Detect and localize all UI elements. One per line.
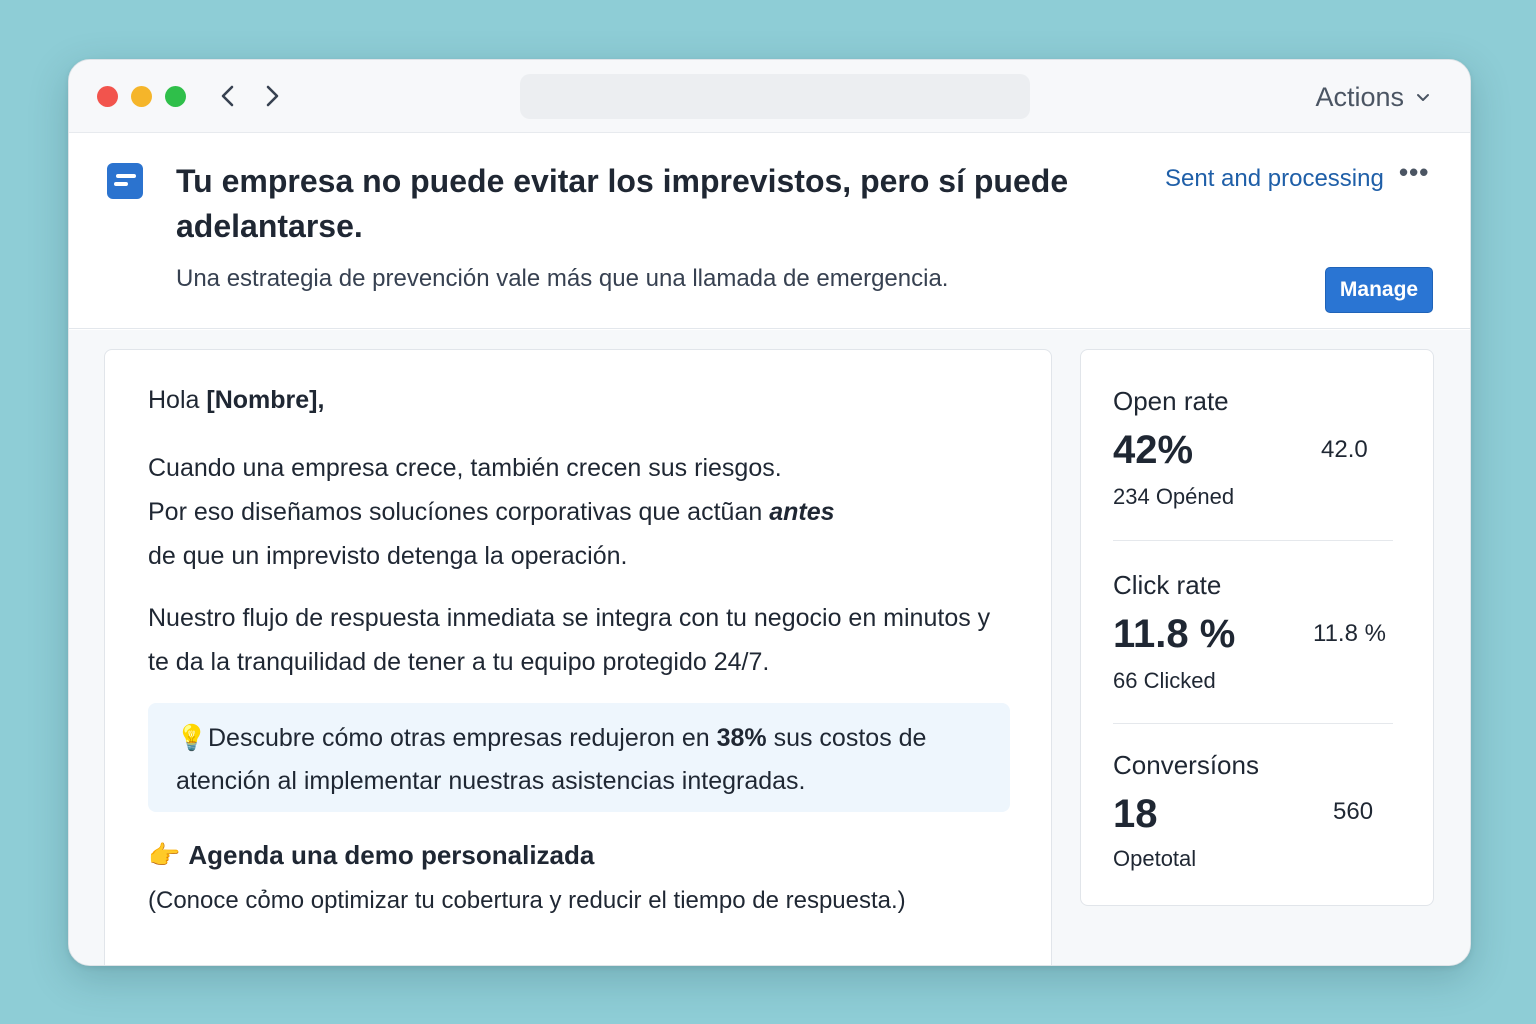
title-bar: Actions (69, 60, 1470, 133)
paragraph-intro-line-1: Cuando una empresa crece, también crecen… (148, 454, 782, 482)
stat-value: 42% (1113, 428, 1194, 472)
stat-side-value: 560 (1333, 798, 1374, 825)
stat-click-rate: Click rate 11.8 % 11.8 % 66 Clicked (1113, 570, 1393, 700)
address-bar[interactable] (520, 74, 1030, 119)
greeting: Hola [Nombre], (148, 386, 324, 415)
manage-button[interactable]: Manage (1325, 267, 1433, 313)
lightbulb-icon: 💡 (176, 724, 208, 752)
paragraph-intro-line-2: Por eso diseñamos solucíones corporativa… (148, 490, 1008, 534)
forward-arrow-icon[interactable] (258, 82, 286, 110)
stat-value: 11.8 % (1113, 612, 1236, 656)
email-preheader: Una estrategia de prevención vale más qu… (176, 265, 949, 292)
callout-highlight: 38% (716, 724, 767, 752)
callout-box: 💡Descubre cómo otras empresas redujeron … (148, 703, 1010, 812)
stat-sub: 66 Clicked (1113, 668, 1216, 693)
stat-open-rate: Open rate 42% 42.0 234 Opéned (1113, 386, 1393, 516)
paragraph-intro-line-3: de que un imprevisto detenga la operació… (148, 542, 628, 570)
email-subject: Tu empresa no puede evitar los imprevist… (176, 163, 1069, 244)
stat-side-value: 11.8 % (1313, 620, 1386, 647)
email-header: Tu empresa no puede evitar los imprevist… (69, 133, 1470, 329)
maximize-window-button[interactable] (165, 86, 186, 107)
more-options-icon[interactable]: ••• (1399, 159, 1429, 191)
greeting-prefix: Hola (148, 386, 207, 414)
stat-divider (1113, 723, 1393, 724)
back-arrow-icon[interactable] (214, 82, 242, 110)
stat-side-value: 42.0 (1321, 436, 1368, 463)
emphasis-text: antes (769, 498, 835, 526)
stat-divider (1113, 540, 1393, 541)
stat-conversions: Conversíons 18 560 Opetotal (1113, 750, 1393, 880)
close-window-button[interactable] (97, 86, 118, 107)
paragraph-intro-line-2-text: Por eso diseñamos solucíones corporativa… (148, 498, 770, 526)
stat-sub: 234 Opéned (1113, 484, 1235, 509)
cta-link[interactable]: 👉 Agenda una demo personalizada (148, 840, 594, 871)
stat-value: 18 (1113, 792, 1158, 836)
actions-label: Actions (1315, 81, 1404, 112)
stats-panel: Open rate 42% 42.0 234 Opéned Click rate… (1080, 349, 1434, 906)
app-window: Actions Tu empresa no puede evitar los i… (68, 59, 1471, 966)
stat-label: Click rate (1113, 570, 1222, 600)
cta-label: Agenda una demo personalizada (188, 840, 595, 870)
minimize-window-button[interactable] (131, 86, 152, 107)
callout-prefix: Descubre cómo otras empresas redujeron e… (208, 724, 717, 752)
email-body: Hola [Nombre], Cuando una empresa crece,… (104, 349, 1052, 965)
paragraph-intro: Cuando una empresa crece, también crecen… (148, 446, 1008, 578)
status-text: Sent and processing (1165, 165, 1384, 192)
pointing-hand-icon: 👉 (148, 840, 181, 870)
stat-label: Conversíons (1113, 750, 1259, 780)
actions-menu-button[interactable]: Actions (1315, 80, 1432, 114)
stat-label: Open rate (1113, 386, 1229, 416)
cta-note: (Conoce cỏmo optimizar tu cobertura y re… (148, 887, 906, 914)
greeting-name: [Nombre], (206, 386, 325, 414)
chevron-down-icon (1417, 94, 1429, 101)
stat-sub: Opetotal (1113, 846, 1197, 871)
message-app-icon (107, 163, 143, 199)
content-area: Hola [Nombre], Cuando una empresa crece,… (69, 330, 1470, 965)
paragraph-flow: Nuestro flujo de respuesta inmediata se … (148, 604, 991, 676)
